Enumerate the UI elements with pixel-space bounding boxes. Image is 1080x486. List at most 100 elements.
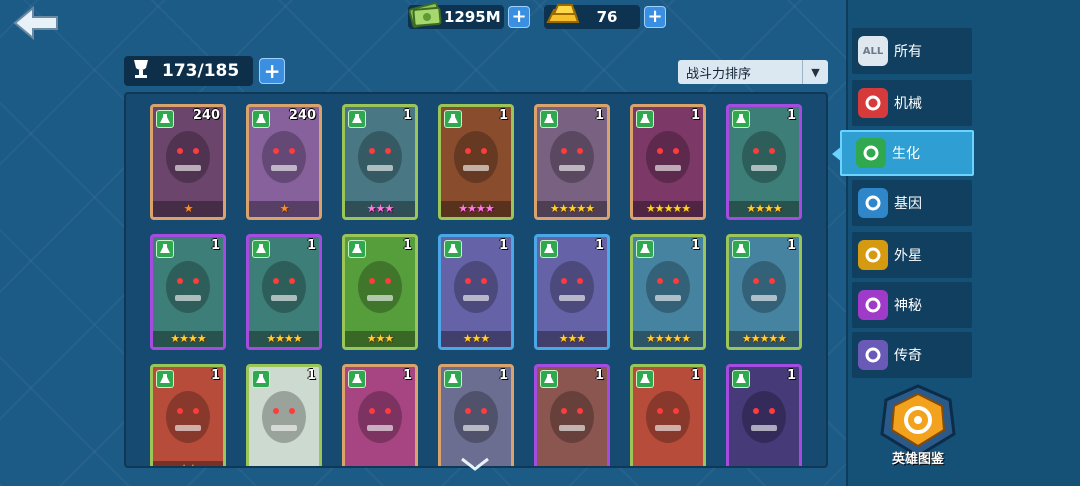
biohazard-flask-icon — [540, 240, 558, 258]
star-rating: ★★★ — [366, 332, 395, 345]
trophy-icon — [132, 58, 150, 85]
hero-card[interactable]: 1 — [534, 364, 610, 466]
hero-codex-button[interactable]: 英雄图鉴 — [870, 382, 966, 478]
mystery-icon — [858, 290, 888, 320]
hero-count: 240 — [288, 108, 316, 123]
hero-grid: 240 ★ 240 ★ 1 ★★★ 1 ★★★★ 1 ★★★★★ 1 ★★★★★ 1 ★★★★ 1 ★★★★ 1… — [124, 92, 828, 468]
hero-count: 1 — [786, 108, 796, 123]
hero-count: 1 — [786, 238, 796, 253]
hero-card[interactable]: 240 ★ — [246, 104, 322, 220]
hero-card[interactable]: 1 ★★★★ — [246, 234, 322, 350]
star-rating: ★★★★★ — [741, 332, 787, 345]
dna-icon — [858, 188, 888, 218]
biohazard-flask-icon — [540, 110, 558, 128]
back-button[interactable] — [12, 6, 60, 40]
hero-count: 1 — [498, 108, 508, 123]
star-rating: ★★★★ — [458, 202, 494, 215]
legend-icon — [858, 340, 888, 370]
hero-count: 1 — [306, 238, 316, 253]
hero-card[interactable]: 1 — [630, 364, 706, 466]
sidebar-item-0[interactable]: ALL 所有 — [852, 28, 972, 74]
sidebar-item-2[interactable]: 生化 — [832, 130, 974, 176]
mech-icon — [858, 88, 888, 118]
biohazard-flask-icon — [636, 240, 654, 258]
sidebar-item-1[interactable]: 机械 — [852, 80, 972, 126]
sidebar-item-6[interactable]: 传奇 — [852, 332, 972, 378]
hero-count: 1 — [498, 238, 508, 253]
add-cash-button[interactable]: + — [508, 6, 530, 28]
biohazard-flask-icon — [636, 110, 654, 128]
biohazard-flask-icon — [348, 370, 366, 388]
biohazard-flask-icon — [156, 110, 174, 128]
biohazard-flask-icon — [540, 370, 558, 388]
star-rating: ★★★★★ — [645, 202, 691, 215]
star-rating: ★★★ — [462, 332, 491, 345]
hero-card[interactable]: 1 — [342, 364, 418, 466]
hero-card[interactable]: 1 — [726, 364, 802, 466]
hero-count: 1 — [402, 368, 412, 383]
expand-capacity-button[interactable]: + — [259, 58, 286, 84]
sidebar-item-4[interactable]: 外星 — [852, 232, 972, 278]
biohazard-flask-icon — [252, 240, 270, 258]
biohazard-flask-icon — [732, 240, 750, 258]
hero-card[interactable]: 1 ★★★★★ — [726, 234, 802, 350]
hero-card[interactable]: 1 ★★★★★ — [630, 104, 706, 220]
sidebar-item-3[interactable]: 基因 — [852, 180, 972, 226]
hero-count: 1 — [690, 108, 700, 123]
hero-card[interactable]: 1 ★★★★★ — [630, 234, 706, 350]
hero-count: 240 — [192, 108, 220, 123]
gold-counter: 76 + — [544, 4, 666, 30]
star-rating: ★ — [279, 202, 290, 215]
star-rating: ★★★★ — [170, 332, 206, 345]
faction-sidebar: 英雄图鉴 ALL 所有机械生化 基因外星神秘传奇 — [832, 0, 1080, 486]
biohazard-flask-icon — [444, 240, 462, 258]
star-rating: ★★★★ — [746, 202, 782, 215]
scroll-down-chevron-icon[interactable] — [460, 456, 490, 472]
sidebar-item-label: 神秘 — [894, 298, 922, 314]
hero-card[interactable]: 1 ★★★ — [342, 234, 418, 350]
hero-count: 1 — [498, 368, 508, 383]
hero-card[interactable]: 1 ★★★ — [342, 104, 418, 220]
hero-card[interactable]: 1 ★★★★★ — [534, 104, 610, 220]
hero-count: 1 — [402, 108, 412, 123]
sidebar-item-label: 机械 — [894, 96, 922, 112]
all-icon: ALL — [858, 36, 888, 66]
add-gold-button[interactable]: + — [644, 6, 666, 28]
biohazard-flask-icon — [348, 110, 366, 128]
biohazard-icon — [856, 138, 886, 168]
hero-card[interactable]: 1 ★★★★ — [150, 234, 226, 350]
biohazard-flask-icon — [348, 240, 366, 258]
sidebar-item-5[interactable]: 神秘 — [852, 282, 972, 328]
star-rating: ★★★★ — [266, 332, 302, 345]
hero-card[interactable]: 1 — [246, 364, 322, 466]
chevron-down-icon: ▼ — [802, 60, 828, 84]
star-rating: ★★ — [153, 462, 223, 466]
biohazard-flask-icon — [732, 110, 750, 128]
hero-card[interactable]: 1 ★★★★ — [438, 104, 514, 220]
hero-card[interactable]: 1 ★★ — [150, 364, 226, 466]
sort-dropdown[interactable]: 战斗力排序 ▼ — [678, 60, 828, 84]
hero-card[interactable]: 1 ★★★ — [438, 234, 514, 350]
hero-card[interactable]: 240 ★ — [150, 104, 226, 220]
hero-card[interactable]: 1 — [438, 364, 514, 466]
biohazard-flask-icon — [156, 240, 174, 258]
biohazard-flask-icon — [156, 370, 174, 388]
sidebar-item-label: 传奇 — [894, 348, 922, 364]
capacity-value: 173/185 — [162, 61, 240, 81]
hero-count: 1 — [210, 368, 220, 383]
back-arrow-icon — [13, 6, 58, 40]
hero-count: 1 — [690, 368, 700, 383]
biohazard-flask-icon — [732, 370, 750, 388]
hero-card[interactable]: 1 ★★★ — [534, 234, 610, 350]
hero-count: 1 — [210, 238, 220, 253]
biohazard-flask-icon — [636, 370, 654, 388]
hero-count: 1 — [594, 108, 604, 123]
biohazard-flask-icon — [252, 110, 270, 128]
sidebar-item-label: 外星 — [894, 248, 922, 264]
sidebar-item-label: 所有 — [894, 44, 922, 60]
hero-card[interactable]: 1 ★★★★ — [726, 104, 802, 220]
biohazard-flask-icon — [252, 370, 270, 388]
hero-count: 1 — [690, 238, 700, 253]
roster-capacity: 173/185 + — [124, 56, 286, 86]
star-rating: ★★★★★ — [549, 202, 595, 215]
